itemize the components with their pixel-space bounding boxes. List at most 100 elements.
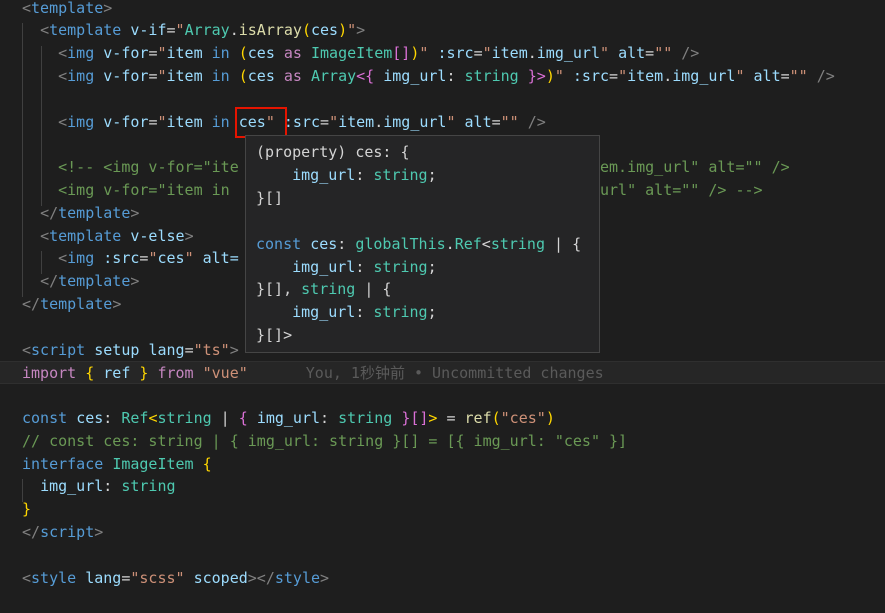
code-line[interactable]: <img v-for="item in (ces as ImageItem[])… (0, 42, 885, 65)
code-token: img_url (383, 112, 447, 131)
code-line-text: </template> (22, 293, 121, 316)
code-line[interactable] (0, 88, 885, 111)
code-token: = (473, 44, 483, 63)
code-line[interactable]: <template> (0, 0, 885, 19)
code-line[interactable]: // const ces: string | { img_url: string… (0, 430, 885, 453)
hover-token: (property) ces: { (256, 143, 410, 161)
code-line[interactable]: const ces: Ref<string | { img_url: strin… (0, 407, 885, 430)
hover-token: : (355, 303, 374, 322)
code-token: < (40, 226, 50, 245)
code-token: : (320, 408, 339, 427)
code-token: string (338, 408, 393, 427)
hover-token: ; (427, 257, 437, 276)
code-token: : (103, 408, 122, 427)
code-token: alt (618, 44, 646, 63)
code-token: " (600, 44, 610, 63)
code-token: </ (22, 294, 41, 313)
code-token: > (130, 272, 140, 291)
code-token: string (121, 477, 176, 496)
code-token: // const ces: string | { img_url: string… (22, 431, 628, 450)
code-line[interactable]: <template v-if="Array.isArray(ces)"> (0, 19, 885, 42)
code-line-text: </script> (22, 521, 103, 544)
code-token: string (464, 66, 519, 85)
code-token: " (347, 21, 357, 40)
code-token: </ (22, 522, 41, 541)
code-token: = (609, 66, 619, 85)
hover-token: | { (355, 280, 392, 299)
hover-token: ces (310, 234, 338, 253)
hover-token: ; (427, 165, 437, 184)
code-line[interactable]: <img v-for="item in ces" :src="item.img_… (0, 111, 885, 134)
code-token: ) (545, 408, 555, 427)
code-token: item (166, 112, 203, 131)
code-line[interactable]: <img v-for="item in (ces as Array<{ img_… (0, 65, 885, 88)
code-token: ) (545, 66, 555, 85)
code-line[interactable]: import { ref } from "vue" You, 1秒钟前 • Unc… (0, 361, 885, 385)
code-token: [] (410, 408, 429, 427)
code-token: template (49, 226, 122, 245)
hover-token: : (355, 165, 374, 184)
hover-token: | { (545, 234, 582, 253)
code-token: }> (527, 66, 546, 85)
code-token: } (22, 500, 32, 519)
code-token: v-else (130, 226, 185, 245)
code-token: img_url (672, 66, 736, 85)
code-token: alt (753, 66, 781, 85)
code-token: " (329, 112, 339, 131)
code-token: Array (184, 21, 230, 40)
code-token: in (211, 112, 230, 131)
code-token: <{ (356, 66, 375, 85)
code-line[interactable] (0, 544, 885, 567)
hover-line: img_url: string; (256, 164, 437, 187)
code-line[interactable]: } (0, 498, 885, 521)
code-token: { (202, 454, 212, 473)
code-line[interactable]: img_url: string (0, 475, 885, 498)
code-token: template (58, 203, 131, 222)
code-line[interactable] (0, 384, 885, 407)
hover-token (256, 303, 292, 321)
code-token: < (58, 44, 68, 63)
code-token: item (491, 44, 528, 63)
hover-token: Ref (454, 234, 482, 253)
code-line-text: <style lang="scss" scoped></style> (22, 567, 329, 590)
code-token: > (112, 294, 122, 313)
code-line[interactable]: <style lang="scss" scoped></style> (0, 567, 885, 590)
code-token: :src (437, 44, 474, 63)
hover-token: img_url (292, 303, 356, 322)
code-token: : (446, 66, 465, 85)
code-token: ref (464, 408, 492, 427)
code-token: . (374, 112, 384, 131)
code-token: "ts" (193, 340, 230, 359)
code-line[interactable]: interface ImageItem { (0, 453, 885, 476)
highlighted-token-box (235, 107, 287, 138)
hover-token: string (373, 257, 428, 276)
code-token: = (780, 66, 790, 85)
code-token: ></ (247, 568, 275, 587)
code-token: item (627, 66, 664, 85)
code-token: lang (85, 568, 122, 587)
code-token: ces (247, 66, 275, 85)
code-line[interactable]: </script> (0, 521, 885, 544)
